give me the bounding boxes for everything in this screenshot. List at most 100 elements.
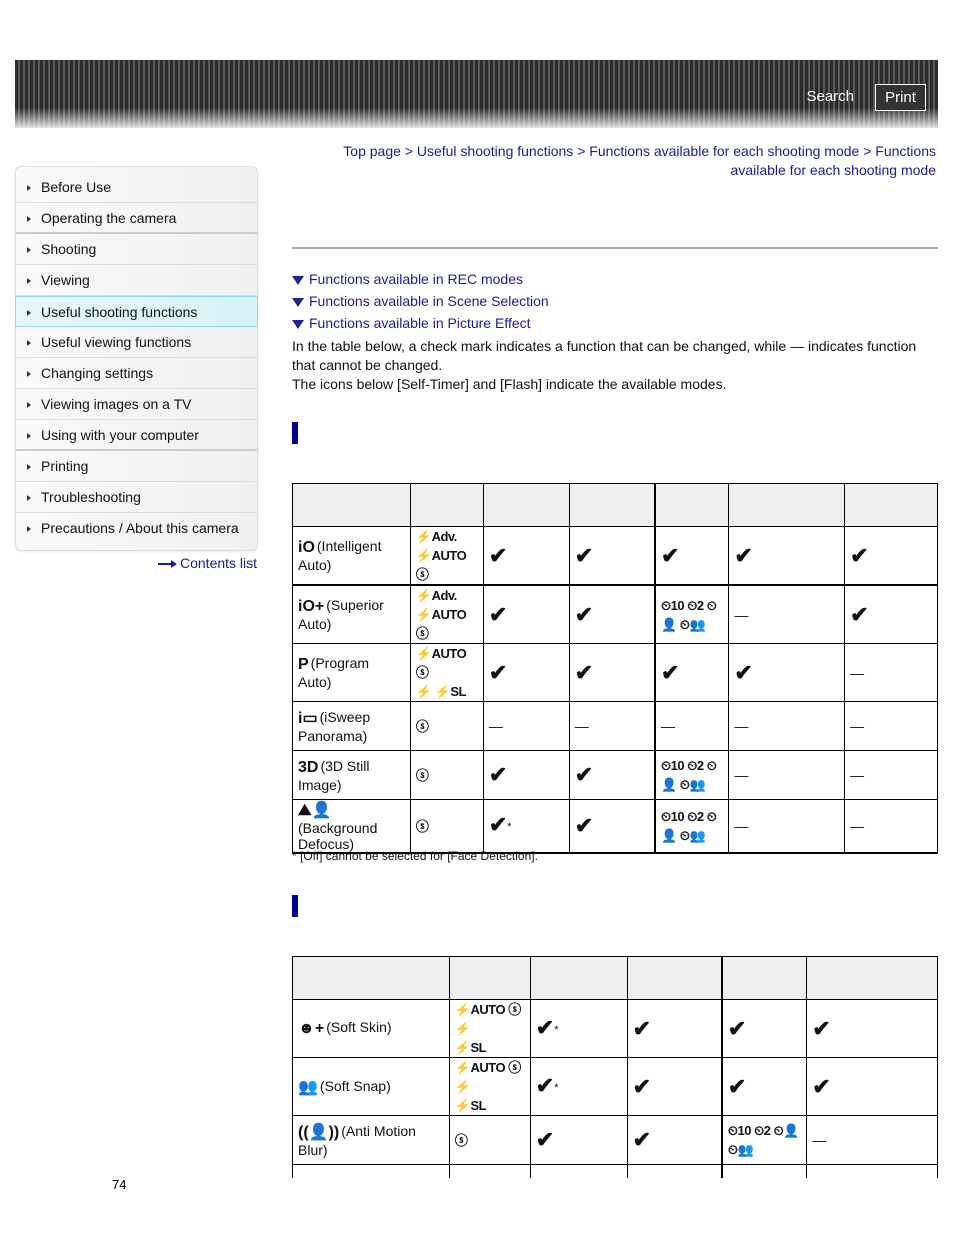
breadcrumb-separator: > [577,143,586,159]
triangle-right-icon [27,278,31,284]
check-mark-icon: ✔ [632,1015,652,1041]
footnote-asterisk: * [554,1081,559,1094]
intro-line-2: The icons below [Self-Timer] and [Flash]… [292,376,727,392]
function-cell: ✔ [806,999,938,1058]
triangle-right-icon [27,340,31,346]
flash-mode-icons: ⚡ⓢ [455,1177,525,1178]
function-cell: — [626,1164,723,1178]
sidebar-item-label: Useful viewing functions [41,334,192,350]
function-cell: — [568,701,656,751]
table-row: 3D (3D Still Image) ⓢ ✔ ✔ ⏲10 ⏲2 ⏲👤 ⏲👥 — — [292,750,938,800]
anchor-picture-effect[interactable]: Functions available in Picture Effect [292,313,549,335]
sidebar-item-viewing[interactable]: Viewing [16,265,257,296]
not-available-dash: — [661,718,676,734]
sidebar-item-viewing-images-on-a-tv[interactable]: Viewing images on a TV [16,389,257,420]
check-mark-icon: ✔ [812,1073,831,1099]
check-mark-icon: ✔ [574,542,594,568]
function-cell: — [482,701,570,751]
function-cell: ✔* [529,999,628,1058]
not-available-dash: — [488,718,503,734]
flash-mode-icons: ⚡Adv. [415,588,457,603]
sidebar-item-label: Changing settings [41,365,154,381]
mode-label: (Landscape) [313,1177,391,1178]
flash-modes-cell: ⚡ⓢ [448,1164,531,1178]
function-cell: — [728,701,846,751]
function-cell: — [844,643,938,702]
check-mark-icon: ✔ [812,1015,831,1041]
sidebar-item-before-use[interactable]: Before Use [16,172,257,203]
sidebar-item-shooting[interactable]: Shooting [16,234,257,265]
function-cell: ✔ [654,643,730,702]
flash-mode-icons: ⓢ [454,1132,468,1148]
search-link[interactable]: Search [806,88,854,105]
check-mark-icon: ✔* [488,812,512,837]
check-mark-icon: ✔ [488,542,508,568]
flash-mode-icons: ⚡AUTO ⓢ [415,607,467,641]
function-cell: ⏲10 ⏲2 ⏲▭ [720,1164,808,1178]
mode-label: (Soft Snap) [319,1077,391,1094]
breadcrumb-functions-each-mode[interactable]: Functions available for each shooting mo… [589,143,859,159]
not-available-dash: — [850,718,865,734]
anchor-rec-modes[interactable]: Functions available in REC modes [292,269,549,291]
triangle-right-icon [27,495,31,501]
sidebar-item-printing[interactable]: Printing [16,451,257,482]
flash-modes-cell: ⓢ [409,701,484,751]
flash-modes-cell: ⚡AUTO ⓢ ⚡ ⚡SL [448,999,531,1058]
sidebar-item-useful-viewing-functions[interactable]: Useful viewing functions [16,327,257,358]
table-header-row [292,956,938,1000]
flash-mode-icons: ⚡Adv. [415,529,457,544]
sidebar-item-troubleshooting[interactable]: Troubleshooting [16,482,257,513]
sidebar-item-changing-settings[interactable]: Changing settings [16,358,257,389]
self-timer-modes-icons: ⏲10 ⏲2 ⏲👤 ⏲👥 [661,758,717,792]
contents-list-label: Contents list [180,555,258,571]
function-cell: ✔ [568,750,656,800]
footnote-asterisk: * [507,821,512,833]
function-cell: ✔ [728,526,846,586]
triangle-down-icon [292,276,304,285]
function-cell: ✔ [482,526,570,586]
sidebar-item-label: Troubleshooting [41,489,141,505]
breadcrumb-useful-shooting-functions[interactable]: Useful shooting functions [417,143,573,159]
flash-mode-icons: ⚡ ⚡SL [415,684,467,699]
header-cell [409,483,484,527]
self-timer-modes-icons: ⏲10 ⏲2 ⏲👤 ⏲👥 [727,1123,800,1157]
not-available-dash: — [734,818,749,834]
sidebar-item-operating-the-camera[interactable]: Operating the camera [16,203,257,234]
anchor-scene-selection[interactable]: Functions available in Scene Selection [292,291,549,313]
breadcrumb-top-page[interactable]: Top page [343,143,401,159]
page-number: 74 [112,1177,127,1192]
not-available-dash: — [812,1132,827,1148]
title-divider [292,247,938,249]
not-available-dash: — [850,767,865,783]
print-button[interactable]: Print [875,84,926,111]
flash-mode-icons: ⚡AUTO ⓢ [415,548,467,582]
function-cell: ⏲10 ⏲2 ⏲👤 ⏲👥 [654,584,730,644]
flash-mode-icons: ⚡AUTO ⓢ ⚡ [454,1002,521,1036]
section-marker-rec-modes [292,422,298,444]
triangle-right-icon [27,433,31,439]
not-available-dash: — [734,718,749,734]
check-mark-icon: ✔ [632,1073,652,1099]
function-cell: ✔* [482,799,570,854]
arrow-right-icon [158,560,178,569]
scene-selection-table: ☻+ (Soft Skin) ⚡AUTO ⓢ ⚡ ⚡SL ✔* ✔ ✔ ✔ 👥 (Soft Sna… [292,956,938,1178]
sidebar-item-precautions[interactable]: Precautions / About this camera [16,513,257,544]
check-mark-icon: ✔ [574,659,594,685]
function-cell: ✔ [720,1057,808,1116]
triangle-down-icon [292,298,304,307]
table-row: i▭ (iSweep Panorama) ⓢ — — — — — [292,701,938,751]
triangle-right-icon [27,216,31,222]
flash-mode-icons: ⓢ [415,767,429,783]
header-cell [654,483,730,527]
shooting-mode-icon: ((👤)) [298,1124,340,1141]
sidebar-item-label: Useful shooting functions [41,304,198,320]
sidebar-item-useful-shooting-functions[interactable]: Useful shooting functions [15,296,258,327]
anchor-label: Functions available in Picture Effect [309,315,531,331]
contents-list-link[interactable]: Contents list [158,555,257,571]
function-cell: ✔ [654,526,730,586]
check-mark-icon: ✔ [661,659,680,685]
sidebar-item-using-with-your-computer[interactable]: Using with your computer [16,420,257,451]
check-mark-icon: ✔ [734,659,753,685]
table-row: ((👤)) (Anti Motion Blur) ⓢ ✔ ✔ ⏲10 ⏲2 ⏲👤 ⏲👥 — [292,1115,938,1165]
mode-label: (Soft Skin) [326,1019,392,1035]
